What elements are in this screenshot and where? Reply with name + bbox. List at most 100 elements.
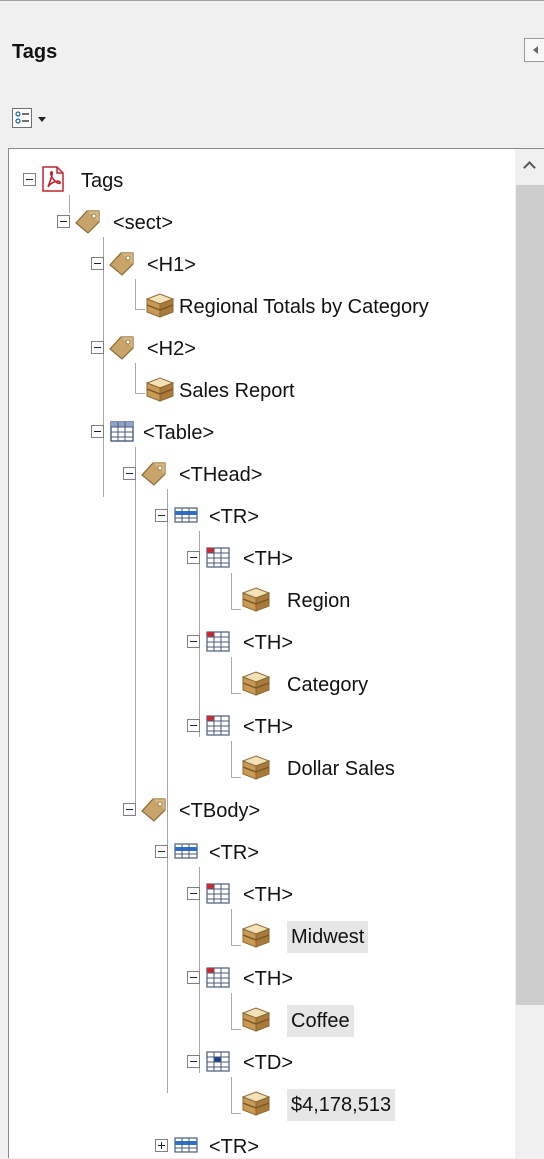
table-header-cell-icon <box>203 711 233 739</box>
tree-node-label: <H2> <box>147 338 196 360</box>
tree-node-content[interactable]: $4,178,513 <box>9 1085 509 1123</box>
tree-node-sect[interactable]: <sect> <box>9 203 509 241</box>
scrollbar-thumb[interactable] <box>516 185 544 1005</box>
tree-node-content[interactable]: Coffee <box>9 1001 509 1039</box>
tree-node-label: Regional Totals by Category <box>179 296 429 318</box>
collapse-toggle[interactable] <box>155 509 168 522</box>
tree-node-content[interactable]: Regional Totals by Category <box>9 287 509 325</box>
tree-node-label: <TH> <box>243 632 294 654</box>
content-box-icon <box>241 669 271 697</box>
tree-node-label: Category <box>287 674 369 696</box>
expand-toggle[interactable] <box>155 1139 168 1152</box>
tree-node-label: <TH> <box>243 968 294 990</box>
tree-node-th[interactable]: <TH> <box>9 623 509 661</box>
collapse-toggle[interactable] <box>91 257 104 270</box>
tree-node-tr[interactable]: <TR> <box>9 833 509 871</box>
table-header-cell-icon <box>203 627 233 655</box>
table-row-icon <box>171 837 201 865</box>
panel-title: Tags <box>12 41 58 63</box>
tree-node-label: <TH> <box>243 884 294 906</box>
tree-node-label: $4,178,513 <box>287 1089 396 1121</box>
content-box-icon <box>241 921 271 949</box>
table-icon <box>107 417 137 445</box>
tree-node-content[interactable]: Midwest <box>9 917 509 955</box>
tree-node-content[interactable]: Sales Report <box>9 371 509 409</box>
table-row-icon <box>171 1131 201 1159</box>
tree-node-th[interactable]: <TH> <box>9 539 509 577</box>
tree-node-content[interactable]: Category <box>9 665 509 703</box>
vertical-scrollbar[interactable] <box>515 149 544 1159</box>
tags-tree-panel: Tags <sect> <H1> Regional Totals by Cate… <box>8 148 544 1159</box>
tree-node-content[interactable]: Dollar Sales <box>9 749 509 787</box>
tree-node-tr[interactable]: <TR> <box>9 1127 509 1159</box>
tree-node-content[interactable]: Region <box>9 581 509 619</box>
table-row-icon <box>171 501 201 529</box>
tag-icon <box>139 795 169 823</box>
table-header-cell-icon <box>203 879 233 907</box>
collapse-toggle[interactable] <box>187 635 200 648</box>
tree-node-label: <TBody> <box>179 800 261 822</box>
tree-node-table[interactable]: <Table> <box>9 413 509 451</box>
tree-node-tbody[interactable]: <TBody> <box>9 791 509 829</box>
collapse-panel-button[interactable] <box>524 38 544 62</box>
content-box-icon <box>145 291 175 319</box>
content-box-icon <box>241 1089 271 1117</box>
table-header-cell-icon <box>203 963 233 991</box>
collapse-toggle[interactable] <box>187 971 200 984</box>
tree-node-label: <TD> <box>243 1052 294 1074</box>
tree-node-tr[interactable]: <TR> <box>9 497 509 535</box>
tag-icon <box>107 333 137 361</box>
tree-node-h1[interactable]: <H1> <box>9 245 509 283</box>
collapse-toggle[interactable] <box>57 215 70 228</box>
panel-header: Tags <box>0 1 544 96</box>
content-box-icon <box>241 585 271 613</box>
scroll-up-button[interactable] <box>515 149 544 185</box>
collapse-toggle[interactable] <box>91 341 104 354</box>
tree-node-label: Coffee <box>287 1005 354 1037</box>
tree-node-h2[interactable]: <H2> <box>9 329 509 367</box>
collapse-toggle[interactable] <box>187 1055 200 1068</box>
tree-node-label: <TR> <box>209 842 260 864</box>
tag-icon <box>73 207 103 235</box>
tree-node-label: <TR> <box>209 1136 260 1158</box>
tree-node-label: Region <box>287 590 351 612</box>
pdf-icon <box>39 165 69 193</box>
tree-node-label: <H1> <box>147 254 196 276</box>
options-menu-button[interactable] <box>12 108 54 132</box>
tree-node-th[interactable]: <TH> <box>9 707 509 745</box>
tree-node-label: <TR> <box>209 506 260 528</box>
collapse-toggle[interactable] <box>23 173 36 186</box>
tree-node-th[interactable]: <TH> <box>9 959 509 997</box>
tree-node-label: Dollar Sales <box>287 758 395 780</box>
tree-node-label: <THead> <box>179 464 263 486</box>
table-data-cell-icon <box>203 1047 233 1075</box>
tree-node-label: <TH> <box>243 548 294 570</box>
tree-node-label: <Table> <box>143 422 215 444</box>
collapse-toggle[interactable] <box>187 551 200 564</box>
collapse-toggle[interactable] <box>187 719 200 732</box>
tag-icon <box>107 249 137 277</box>
collapse-toggle[interactable] <box>123 803 136 816</box>
tags-tree: Tags <sect> <H1> Regional Totals by Cate… <box>9 149 515 1159</box>
tree-node-label: Midwest <box>287 921 369 953</box>
tree-node-thead[interactable]: <THead> <box>9 455 509 493</box>
tree-node-label: <TH> <box>243 716 294 738</box>
content-box-icon <box>145 375 175 403</box>
tree-root-tags[interactable]: Tags <box>9 161 509 199</box>
tag-icon <box>139 459 169 487</box>
collapse-toggle[interactable] <box>91 425 104 438</box>
collapse-toggle[interactable] <box>123 467 136 480</box>
tree-node-td[interactable]: <TD> <box>9 1043 509 1081</box>
chevron-down-icon <box>38 117 46 122</box>
collapse-toggle[interactable] <box>187 887 200 900</box>
collapse-toggle[interactable] <box>155 845 168 858</box>
options-menu-icon <box>12 108 32 128</box>
tree-node-label: Tags <box>81 170 124 192</box>
tree-node-label: Sales Report <box>179 380 295 402</box>
table-header-cell-icon <box>203 543 233 571</box>
tree-node-th[interactable]: <TH> <box>9 875 509 913</box>
content-box-icon <box>241 1005 271 1033</box>
content-box-icon <box>241 753 271 781</box>
tags-toolbar <box>0 96 544 144</box>
tree-node-label: <sect> <box>113 212 174 234</box>
